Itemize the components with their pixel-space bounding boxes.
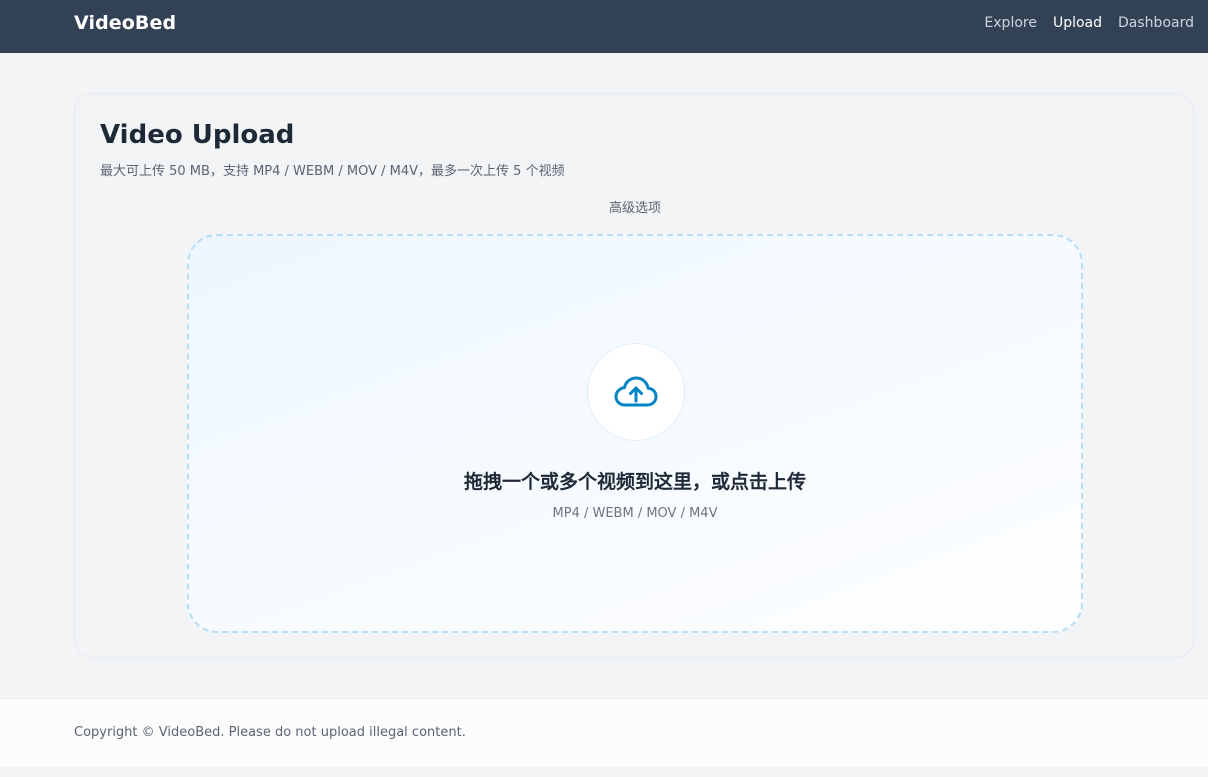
brand-logo[interactable]: VideoBed (74, 12, 176, 34)
advanced-options-toggle[interactable]: 高级选项 (75, 197, 1195, 216)
dropzone-formats: MP4 / WEBM / MOV / M4V (552, 506, 718, 521)
upload-icon-circle (587, 343, 685, 441)
cloud-upload-icon (614, 376, 658, 407)
nav-upload-link[interactable]: Upload (1053, 15, 1102, 31)
upload-limits-text: 最大可上传 50 MB，支持 MP4 / WEBM / MOV / M4V，最多… (100, 164, 565, 179)
page-title: Video Upload (100, 120, 295, 150)
nav-dashboard-link[interactable]: Dashboard (1118, 15, 1194, 31)
dropzone-title: 拖拽一个或多个视频到这里，或点击上传 (463, 471, 806, 493)
upload-card: Video Upload 最大可上传 50 MB，支持 MP4 / WEBM /… (74, 93, 1194, 658)
video-dropzone[interactable]: 拖拽一个或多个视频到这里，或点击上传 MP4 / WEBM / MOV / M4… (187, 234, 1083, 633)
top-nav-bar: VideoBed Explore Upload Dashboard (0, 0, 1208, 53)
nav-explore-link[interactable]: Explore (984, 15, 1037, 31)
main-nav: Explore Upload Dashboard (984, 15, 1194, 31)
page-footer: Copyright © VideoBed. Please do not uplo… (0, 698, 1208, 767)
footer-copyright: Copyright © VideoBed. Please do not uplo… (74, 725, 466, 740)
